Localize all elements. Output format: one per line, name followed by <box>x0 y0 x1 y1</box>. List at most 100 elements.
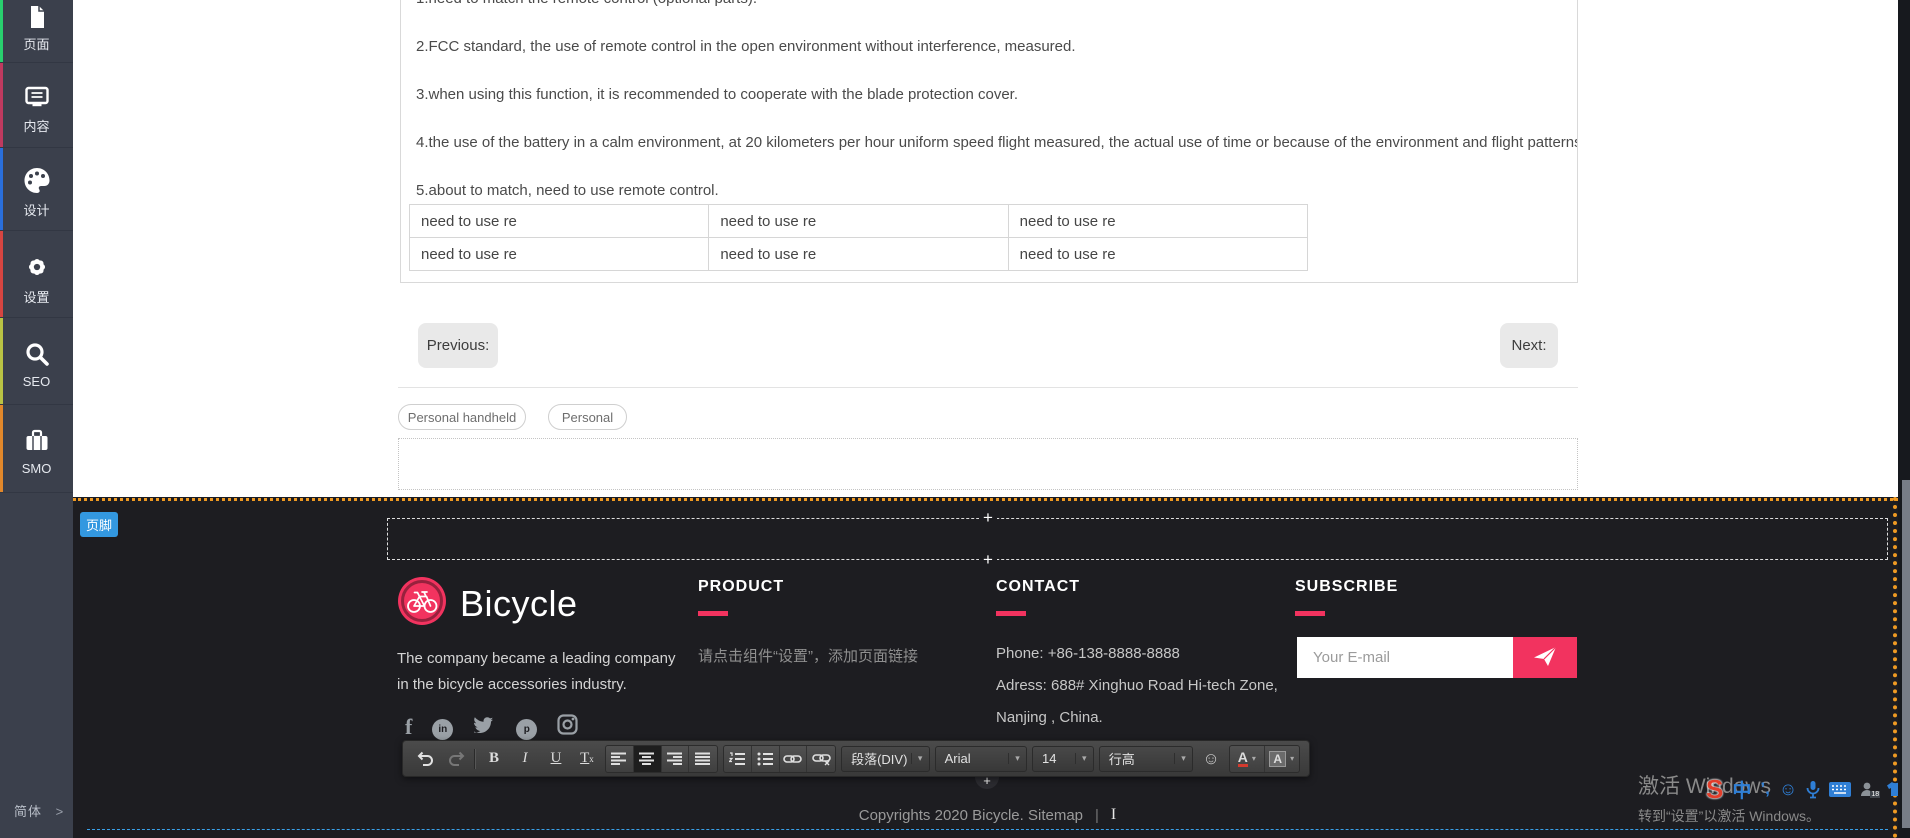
scrollbar[interactable] <box>1898 0 1910 838</box>
activation-subtitle: 转到“设置”以激活 Windows。 <box>1638 806 1820 826</box>
social-links: f in p <box>405 714 578 740</box>
undo-button[interactable] <box>412 746 438 772</box>
tag-personal[interactable]: Personal <box>548 404 627 430</box>
next-post-button[interactable]: Next: <box>1500 323 1558 368</box>
tag-personal-handheld[interactable]: Personal handheld <box>398 404 526 430</box>
ime-user-icon[interactable]: 18 <box>1860 781 1877 798</box>
redo-button[interactable] <box>443 746 469 772</box>
chevron-down-icon: ▾ <box>1008 753 1026 764</box>
sidebar-item-label: 内容 <box>0 116 73 135</box>
accent-bar <box>698 611 728 616</box>
ime-emoji-icon[interactable]: ☺ <box>1779 779 1797 800</box>
color-group: A ▾ A ▾ <box>1229 745 1300 773</box>
text-cursor: I <box>1111 806 1116 824</box>
font-size-dropdown[interactable]: 14 ▾ <box>1032 746 1094 772</box>
paragraph-format-dropdown[interactable]: 段落(DIV) ▾ <box>841 746 930 772</box>
app-window: 页面 内容 设计 设置 SEO <box>0 0 1910 838</box>
table-row: need to use re need to use re need to us… <box>410 205 1308 238</box>
italic-button[interactable]: I <box>512 746 538 772</box>
line-height-dropdown[interactable]: 行高 ▾ <box>1099 746 1193 772</box>
ime-keyboard-icon[interactable] <box>1829 782 1851 797</box>
chevron-right-icon: > <box>56 804 65 819</box>
align-center-button[interactable] <box>634 746 662 772</box>
table-row: need to use re need to use re need to us… <box>410 238 1308 271</box>
table-cell: need to use re <box>709 238 1008 271</box>
bullet-list-button[interactable] <box>752 746 780 772</box>
bold-button[interactable]: B <box>481 746 507 772</box>
language-label: 简体 <box>14 804 42 819</box>
font-color-button[interactable]: A ▾ <box>1230 746 1264 772</box>
linkedin-icon[interactable]: in <box>432 719 453 740</box>
article-body: 1.need to match the remote control (opti… <box>400 0 1578 283</box>
align-right-button[interactable] <box>662 746 690 772</box>
sidebar-item-label: 设置 <box>0 287 73 306</box>
ime-punctuation-icon[interactable]: ’, <box>1760 779 1769 799</box>
twitter-icon[interactable] <box>473 716 496 740</box>
language-switcher[interactable]: 简体 > <box>14 801 64 820</box>
chevron-down-icon: ▾ <box>1252 754 1256 763</box>
richtext-toolbar: B I U Tx <box>402 740 1310 777</box>
selection-border-top <box>73 498 1898 501</box>
article-paragraph: 3.when using this function, it is recomm… <box>416 86 1567 103</box>
sidebar-item-label: SMO <box>0 461 73 476</box>
remove-link-button[interactable] <box>807 746 835 772</box>
table-cell: need to use re <box>410 238 709 271</box>
sidebar-item-label: 设计 <box>0 200 73 219</box>
accent-bar <box>1295 611 1325 616</box>
sogou-logo-icon[interactable]: S <box>1706 774 1723 805</box>
article-paragraph: 4.the use of the battery in a calm envir… <box>416 134 1567 151</box>
underline-button[interactable]: U <box>543 746 569 772</box>
justify-button[interactable] <box>689 746 717 772</box>
footer-col-title-contact: CONTACT <box>996 578 1080 596</box>
ime-badge: 18 <box>1870 791 1880 798</box>
ime-mode-chinese[interactable]: 中 <box>1732 776 1751 803</box>
emoji-button[interactable]: ☺ <box>1198 746 1224 772</box>
alignment-group <box>605 745 718 773</box>
copyright-text: Copyrights 2020 Bicycle. Sitemap <box>859 807 1083 824</box>
email-input[interactable] <box>1297 637 1513 678</box>
ime-microphone-icon[interactable] <box>1806 780 1820 799</box>
sidebar-item-smo[interactable]: SMO <box>0 405 73 493</box>
product-links-hint: 请点击组件“设置”，添加页面链接 <box>698 645 918 666</box>
subscribe-form <box>1297 637 1577 678</box>
chevron-down-icon: ▾ <box>1075 753 1093 764</box>
design-icon <box>23 167 51 199</box>
sidebar-item-label: SEO <box>0 374 73 389</box>
font-family-dropdown[interactable]: Arial ▾ <box>935 746 1027 772</box>
sidebar-item-seo[interactable]: SEO <box>0 318 73 405</box>
chevron-down-icon: ▾ <box>1174 753 1192 764</box>
table-cell: need to use re <box>1008 205 1307 238</box>
settings-gear-icon <box>24 254 50 285</box>
selection-dash-bottom <box>87 829 1888 830</box>
facebook-icon[interactable]: f <box>405 714 412 740</box>
empty-row-dropzone[interactable] <box>387 518 1888 560</box>
sidebar-item-content[interactable]: 内容 <box>0 63 73 148</box>
toolbar-separator <box>474 749 476 769</box>
footer-col-title-product: PRODUCT <box>698 578 784 596</box>
paper-plane-icon <box>1533 646 1557 670</box>
contact-address-line2: Nanjing , China. <box>996 709 1103 726</box>
sidebar-item-design[interactable]: 设计 <box>0 148 73 231</box>
ordered-list-button[interactable] <box>724 746 752 772</box>
add-row-button[interactable]: + <box>979 552 997 570</box>
chevron-down-icon: ▾ <box>911 753 929 764</box>
pinterest-icon[interactable]: p <box>516 719 537 740</box>
scrollbar-thumb[interactable] <box>1902 480 1910 828</box>
empty-block-placeholder[interactable] <box>398 438 1578 490</box>
footer-region-badge[interactable]: 页脚 <box>80 512 118 537</box>
sidebar-item-settings[interactable]: 设置 <box>0 231 73 318</box>
subscribe-submit-button[interactable] <box>1513 637 1577 678</box>
instagram-icon[interactable] <box>557 714 578 740</box>
sidebar: 页面 内容 设计 设置 SEO <box>0 0 73 838</box>
sidebar-item-label: 页面 <box>0 34 73 53</box>
article-paragraph: 2.FCC standard, the use of remote contro… <box>416 38 1567 55</box>
copyright-bar: Copyrights 2020 Bicycle. Sitemap | I <box>397 806 1578 824</box>
insert-link-button[interactable] <box>780 746 808 772</box>
background-color-button[interactable]: A ▾ <box>1265 746 1299 772</box>
previous-post-button[interactable]: Previous: <box>418 323 498 368</box>
align-left-button[interactable] <box>606 746 634 772</box>
remove-format-button[interactable]: Tx <box>574 746 600 772</box>
sidebar-item-pages[interactable]: 页面 <box>0 0 73 63</box>
add-row-button[interactable]: + <box>979 510 997 528</box>
table-cell: need to use re <box>1008 238 1307 271</box>
